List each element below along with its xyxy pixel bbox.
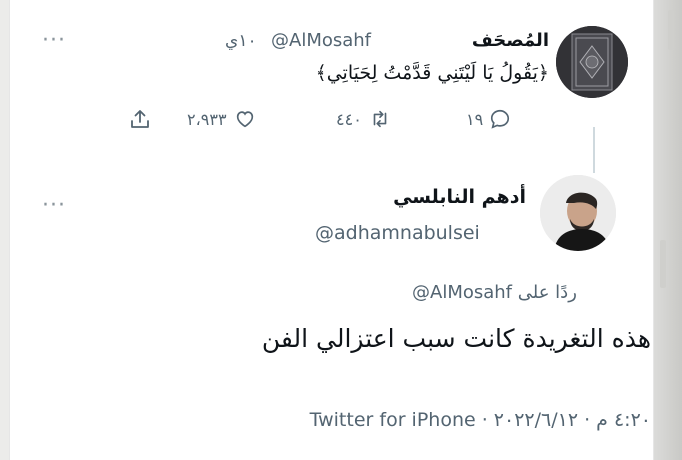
reply-to-handle[interactable]: @AlMosahf bbox=[412, 282, 512, 303]
quran-cover-image bbox=[556, 26, 628, 98]
avatar-almosahf[interactable] bbox=[556, 26, 628, 98]
reply-to-prefix: ردًا على bbox=[517, 282, 577, 303]
background-shadow-top bbox=[668, 10, 674, 50]
background-edge-left bbox=[0, 0, 10, 460]
like-icon bbox=[236, 111, 253, 128]
share-icon bbox=[131, 110, 149, 128]
retweet-action[interactable]: ٤٤٠ bbox=[336, 108, 392, 130]
like-action[interactable]: ٢،٩٣٣ bbox=[187, 108, 257, 130]
tweet2-text: هذه التغريدة كانت سبب اعتزالي الفن bbox=[261, 324, 651, 353]
profile-photo bbox=[540, 175, 616, 251]
reply-to-context: @AlMosahf ردًا على bbox=[412, 282, 577, 303]
like-count: ٢،٩٣٣ bbox=[187, 109, 227, 129]
reply-icon bbox=[491, 109, 510, 129]
retweet-count: ٤٤٠ bbox=[336, 109, 362, 129]
tweet2-meta: Twitter for iPhone · ٤:٢٠ م · ٢٠٢٢/٦/١٢ bbox=[309, 409, 651, 431]
reply-action[interactable]: ١٩ bbox=[466, 108, 511, 130]
share-action[interactable] bbox=[128, 107, 152, 131]
reply-count: ١٩ bbox=[466, 109, 484, 129]
tweet2-display-name[interactable]: أدهم النابلسي bbox=[393, 186, 526, 208]
retweet-icon bbox=[373, 110, 387, 128]
background-edge-right bbox=[653, 0, 682, 460]
tweet2-handle[interactable]: @adhamnabulsei bbox=[315, 222, 480, 244]
avatar-adhamnabulsei[interactable] bbox=[540, 175, 616, 251]
thread-line bbox=[593, 127, 595, 173]
tweet1-time[interactable]: ١٠ي bbox=[225, 31, 257, 51]
background-shadow-bottom bbox=[660, 240, 666, 288]
tweet1-text: ﴿يَقُولُ يَا لَيْتَنِي قَدَّمْتُ لِحَيَا… bbox=[315, 62, 549, 84]
tweet1-handle[interactable]: @AlMosahf bbox=[271, 30, 371, 51]
tweet1-display-name[interactable]: المُصحَف bbox=[472, 30, 549, 51]
more-icon[interactable]: ··· bbox=[42, 30, 66, 52]
more-icon-2[interactable]: ··· bbox=[42, 195, 66, 217]
